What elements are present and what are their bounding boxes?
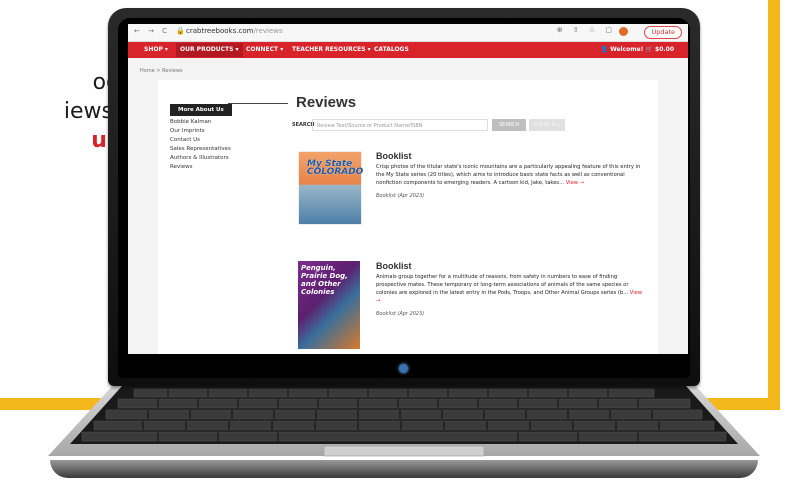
review-source: Booklist (Apr 2023) <box>376 311 425 317</box>
review-body: Crisp photos of the titular state's icon… <box>376 163 646 187</box>
laptop-base <box>48 382 760 457</box>
trackpad <box>323 445 485 457</box>
review-title: Booklist <box>376 261 412 271</box>
promo-text: og iews. us <box>0 68 120 155</box>
cart-icon: 🛒 <box>645 46 656 53</box>
toolbar-icons[interactable]: ⊕ ⇧ ☆ ▢ <box>557 26 616 34</box>
sidebar-item-our-imprints[interactable]: Our Imprints <box>170 128 280 134</box>
nav-connect[interactable]: CONNECT ▾ <box>246 46 283 53</box>
site-navbar: SHOP ▾ OUR PRODUCTS ▾ CONNECT ▾ TEACHER … <box>128 42 688 58</box>
promo-line-2: iews. <box>63 99 120 124</box>
webcam-icon <box>399 364 408 373</box>
content-card: More About Us Bobbie Kalman Our Imprints… <box>158 80 658 354</box>
review-body: Animals group together for a multitude o… <box>376 273 646 305</box>
promo-line-3: us <box>91 128 120 153</box>
avatar[interactable] <box>619 27 628 36</box>
cover-text: My State COLORADO <box>307 159 364 177</box>
nav-our-products[interactable]: OUR PRODUCTS ▾ <box>176 43 243 57</box>
book-cover-image[interactable]: My State COLORADO <box>298 151 364 225</box>
breadcrumb[interactable]: Home > Reviews <box>140 68 183 74</box>
nav-shop[interactable]: SHOP ▾ <box>144 46 168 53</box>
main-content: Reviews SEARCH Review Text/Source or Pro… <box>292 94 646 353</box>
user-icon: 👤 <box>600 46 611 53</box>
clear-all-button[interactable]: CLEAR ALL <box>529 119 565 131</box>
promo-line-1: og <box>92 70 120 95</box>
update-button[interactable]: Update <box>644 26 682 39</box>
review-source: Booklist (Apr 2023) <box>376 193 425 199</box>
page-title: Reviews <box>296 94 357 111</box>
review-text: Booklist Animals group together for a mu… <box>376 261 646 317</box>
search-input[interactable]: Review Text/Source or Product Name/ISBN <box>312 119 488 131</box>
lock-icon: 🔒 <box>176 27 185 35</box>
laptop-foot <box>50 460 758 478</box>
screen: ← → C 🔒 crabtreebooks.com/reviews ⊕ ⇧ ☆ … <box>128 24 688 354</box>
sidebar-item-bobbie-kalman[interactable]: Bobbie Kalman <box>170 119 280 125</box>
review-item: Penguin, Prairie Dog, and Other Colonies… <box>296 261 646 353</box>
address-bar[interactable]: crabtreebooks.com/reviews <box>186 27 283 35</box>
account-cart[interactable]: 👤 Welcome! 🛒 $0.00 <box>601 46 674 53</box>
cart-total[interactable]: $0.00 <box>655 46 674 53</box>
view-more-link[interactable]: View → <box>566 180 584 186</box>
browser-toolbar: ← → C 🔒 crabtreebooks.com/reviews ⊕ ⇧ ☆ … <box>128 24 688 42</box>
sidebar-divider <box>228 103 288 104</box>
url-path: /reviews <box>253 27 283 35</box>
review-excerpt: Animals group together for a multitude o… <box>376 274 629 296</box>
sidebar: More About Us Bobbie Kalman Our Imprints… <box>170 96 288 170</box>
nav-catalogs[interactable]: CATALOGS <box>374 46 409 53</box>
sidebar-item-reviews[interactable]: Reviews <box>170 164 280 170</box>
welcome-link[interactable]: Welcome! <box>610 46 643 53</box>
sidebar-heading: More About Us <box>170 104 232 116</box>
keyboard-row <box>133 388 655 398</box>
review-item: My State COLORADO Booklist Crisp photos … <box>296 151 646 243</box>
review-text: Booklist Crisp photos of the titular sta… <box>376 151 646 199</box>
sidebar-item-contact-us[interactable]: Contact Us <box>170 137 280 143</box>
search-button[interactable]: SEARCH <box>492 119 526 131</box>
search-row: SEARCH Review Text/Source or Product Nam… <box>292 119 646 133</box>
sidebar-item-sales-representatives[interactable]: Sales Representatives <box>170 146 280 152</box>
browser-nav-buttons[interactable]: ← → C <box>134 27 170 35</box>
book-cover-image[interactable]: Penguin, Prairie Dog, and Other Colonies <box>298 261 360 349</box>
review-excerpt: Crisp photos of the titular state's icon… <box>376 164 641 186</box>
cover-text: Penguin, Prairie Dog, and Other Colonies <box>301 264 348 296</box>
review-title: Booklist <box>376 151 412 161</box>
sidebar-item-authors-illustrators[interactable]: Authors & Illustrators <box>170 155 280 161</box>
yellow-frame-vertical <box>768 0 780 408</box>
url-domain: crabtreebooks.com <box>186 27 254 35</box>
nav-teacher-resources[interactable]: TEACHER RESOURCES ▾ <box>292 46 371 53</box>
